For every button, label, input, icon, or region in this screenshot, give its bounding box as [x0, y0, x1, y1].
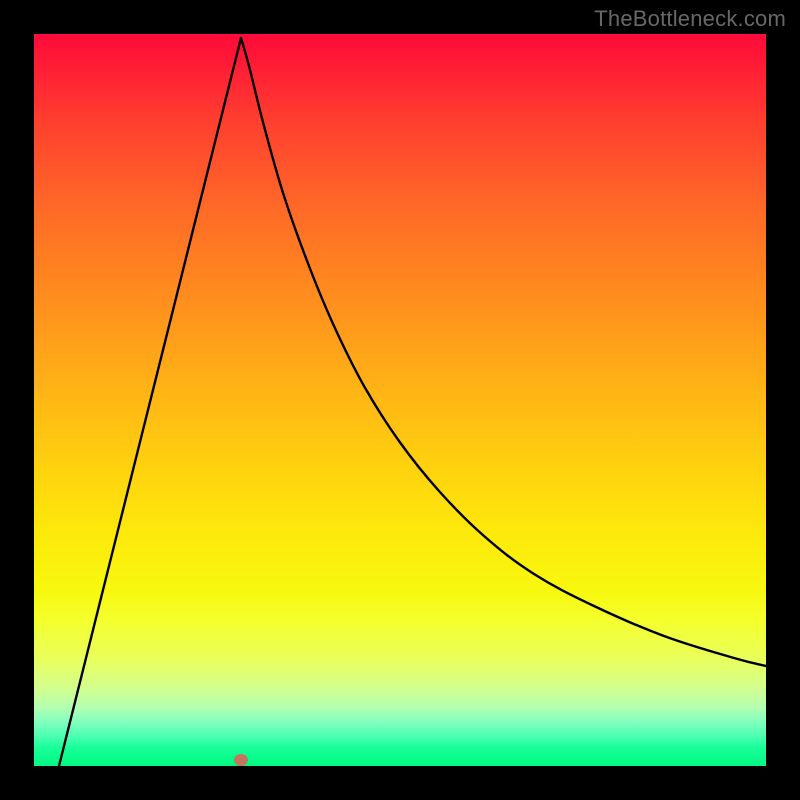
- optimum-marker: [234, 754, 248, 766]
- plot-area: [34, 34, 766, 766]
- curve-left-branch: [59, 38, 241, 766]
- watermark-text: TheBottleneck.com: [594, 6, 786, 32]
- curve-right-branch: [241, 38, 766, 666]
- bottleneck-curve: [34, 34, 766, 766]
- chart-frame: TheBottleneck.com: [0, 0, 800, 800]
